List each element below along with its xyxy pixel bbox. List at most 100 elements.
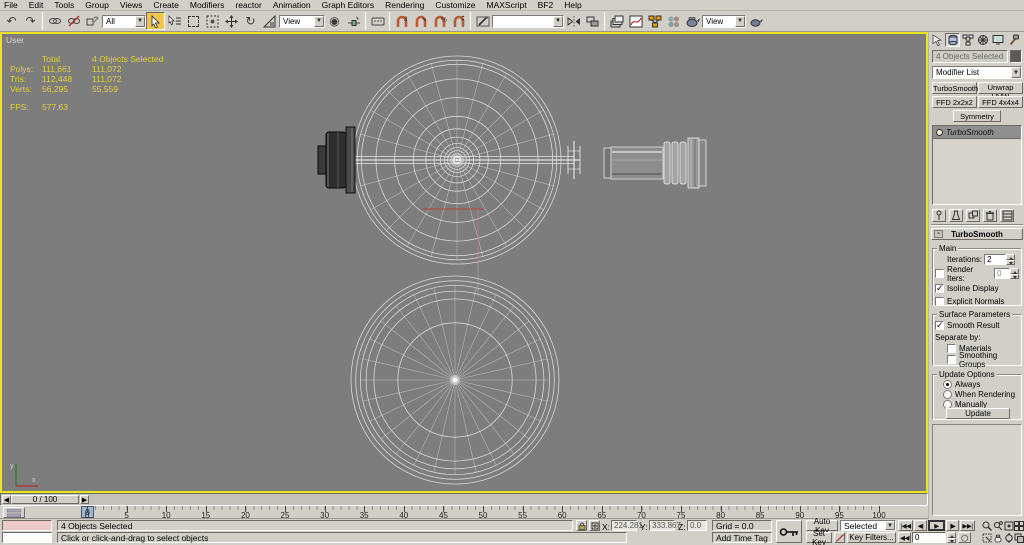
select-and-scale-icon[interactable]: [260, 12, 279, 30]
modifier-button-ffd-2x2x2[interactable]: FFD 2x2x2: [932, 96, 977, 108]
zoom-all-icon[interactable]: [993, 520, 1003, 531]
turbosmooth-rollout-header[interactable]: - TurboSmooth: [931, 228, 1023, 240]
chevron-down-icon[interactable]: ▼: [885, 521, 895, 530]
iterations-spinner[interactable]: [1006, 254, 1016, 265]
unlink-selection-icon[interactable]: [64, 12, 83, 30]
use-pivot-center-icon[interactable]: ◉: [325, 12, 344, 30]
zoom-extents-icon[interactable]: [1004, 520, 1014, 531]
select-and-move-icon[interactable]: [222, 12, 241, 30]
pan-hand-icon[interactable]: [993, 532, 1003, 543]
configure-modifier-sets-icon[interactable]: [1000, 208, 1014, 222]
x-coordinate-field[interactable]: 224.281: [611, 520, 643, 531]
maxscript-mini-listener-pink[interactable]: [2, 520, 52, 531]
stack-item-turbosmooth[interactable]: TurboSmooth: [933, 126, 1021, 139]
select-by-name-icon[interactable]: [165, 12, 184, 30]
material-editor-icon[interactable]: [664, 12, 683, 30]
percent-snap-icon[interactable]: %: [430, 12, 449, 30]
select-and-link-icon[interactable]: [45, 12, 64, 30]
menu-item-help[interactable]: Help: [564, 0, 581, 10]
menu-item-customize[interactable]: Customize: [435, 0, 475, 10]
y-coordinate-field[interactable]: 333.867: [649, 520, 681, 531]
modifier-list-select[interactable]: Modifier List ▼: [932, 66, 1022, 79]
menu-item-tools[interactable]: Tools: [54, 0, 74, 10]
add-time-tag[interactable]: Add Time Tag: [712, 532, 772, 543]
remove-modifier-icon[interactable]: [983, 208, 997, 222]
toggle-set-key-mode-icon[interactable]: [776, 520, 802, 543]
object-name-field[interactable]: 4 Objects Selected: [932, 50, 1008, 63]
track-bar[interactable]: 0 0 5 10 15 20 25 30 35 40 45 50 55 60 65 70 75 80 85 90 95…: [0, 506, 928, 520]
isoline-display-checkbox[interactable]: ✓: [935, 284, 944, 293]
pin-stack-icon[interactable]: [932, 208, 946, 222]
update-button[interactable]: Update: [946, 408, 1010, 419]
reference-coordinate-select[interactable]: View ▼: [279, 14, 325, 28]
time-slider[interactable]: ◀ 0 / 100 ▶: [0, 493, 928, 506]
show-end-result-icon[interactable]: [949, 208, 963, 222]
align-icon[interactable]: [583, 12, 602, 30]
tab-display-icon[interactable]: [990, 33, 1005, 47]
render-iters-input[interactable]: 0: [994, 268, 1010, 279]
next-frame-icon[interactable]: |▶: [946, 520, 959, 531]
tab-utilities-icon[interactable]: [1005, 33, 1020, 47]
menu-item-create[interactable]: Create: [153, 0, 179, 10]
tab-create-icon[interactable]: [930, 33, 945, 47]
angle-snap-icon[interactable]: [411, 12, 430, 30]
schematic-view-icon[interactable]: [645, 12, 664, 30]
select-and-rotate-icon[interactable]: ↻: [241, 12, 260, 30]
chevron-down-icon[interactable]: ▼: [735, 15, 745, 27]
track-bar-ruler[interactable]: 0 0 5 10 15 20 25 30 35 40 45 50 55 60 65 70 75 80 85 90 95…: [0, 506, 928, 520]
z-coordinate-field[interactable]: 0.0: [687, 520, 707, 531]
selection-filter-select[interactable]: All ▼: [102, 14, 146, 28]
snap-toggle-3d-icon[interactable]: 3: [392, 12, 411, 30]
render-setup-icon[interactable]: [683, 12, 702, 30]
mirror-icon[interactable]: [564, 12, 583, 30]
tab-motion-icon[interactable]: [975, 33, 990, 47]
modifier-button-unwrap-uvw[interactable]: Unwrap UVW: [978, 82, 1023, 101]
modifier-enabled-icon[interactable]: [936, 128, 943, 136]
curve-editor-icon[interactable]: [626, 12, 645, 30]
current-frame-field[interactable]: 0: [912, 532, 946, 543]
object-color-swatch[interactable]: [1010, 50, 1022, 63]
previous-frame-icon[interactable]: ◀|: [914, 520, 927, 531]
zoom-region-icon[interactable]: [982, 532, 992, 543]
viewport-user[interactable]: y x User Total 4 Objects Selected Polys:…: [0, 32, 928, 493]
rectangular-selection-region-icon[interactable]: [184, 12, 203, 30]
min-max-toggle-icon[interactable]: [1014, 532, 1024, 543]
menu-item-rendering[interactable]: Rendering: [385, 0, 424, 10]
materials-checkbox[interactable]: [947, 344, 956, 353]
bind-to-spacewarp-icon[interactable]: [83, 12, 102, 30]
render-type-select[interactable]: View ▼: [702, 14, 746, 28]
absolute-offset-toggle-icon[interactable]: [589, 520, 600, 531]
go-to-end-icon[interactable]: ▶▶|: [960, 520, 975, 531]
menu-item-modifiers[interactable]: Modifiers: [190, 0, 224, 10]
undo-icon[interactable]: ↶: [2, 12, 21, 30]
tab-modify-icon[interactable]: [945, 33, 960, 47]
key-filter-select[interactable]: Selected ▼: [840, 520, 896, 531]
render-iters-checkbox[interactable]: [935, 269, 944, 278]
time-slider-next-icon[interactable]: ▶: [80, 495, 89, 504]
make-unique-icon[interactable]: [966, 208, 980, 222]
lock-selection-icon[interactable]: [576, 520, 587, 531]
viewport-label[interactable]: User: [6, 35, 24, 45]
spinner-snap-icon[interactable]: [449, 12, 468, 30]
layer-manager-icon[interactable]: [607, 12, 626, 30]
menu-item-group[interactable]: Group: [85, 0, 109, 10]
maxscript-mini-listener-white[interactable]: [2, 532, 52, 543]
go-to-start-icon[interactable]: |◀◀: [898, 520, 913, 531]
smooth-result-checkbox[interactable]: ✓: [935, 321, 944, 330]
rollout-collapse-icon[interactable]: -: [934, 230, 943, 238]
modifier-button-symmetry[interactable]: Symmetry: [953, 110, 1001, 122]
chevron-down-icon[interactable]: ▼: [314, 15, 324, 27]
time-slider-thumb[interactable]: 0 / 100: [11, 495, 79, 504]
frame-spinner[interactable]: [947, 532, 956, 543]
iterations-input[interactable]: 2: [984, 254, 1007, 265]
chevron-down-icon[interactable]: ▼: [1011, 67, 1021, 78]
chevron-down-icon[interactable]: ▼: [553, 15, 563, 27]
modifier-button-ffd-4x4x4[interactable]: FFD 4x4x4: [978, 96, 1023, 108]
redo-icon[interactable]: ↷: [21, 12, 40, 30]
menu-item-bf2[interactable]: BF2: [538, 0, 554, 10]
zoom-icon[interactable]: [982, 520, 992, 531]
render-iters-spinner[interactable]: [1010, 268, 1019, 279]
key-filters-button[interactable]: Key Filters...: [847, 532, 896, 543]
key-mode-toggle-icon[interactable]: ◀◀: [898, 532, 911, 543]
menu-item-graph-editors[interactable]: Graph Editors: [322, 0, 374, 10]
